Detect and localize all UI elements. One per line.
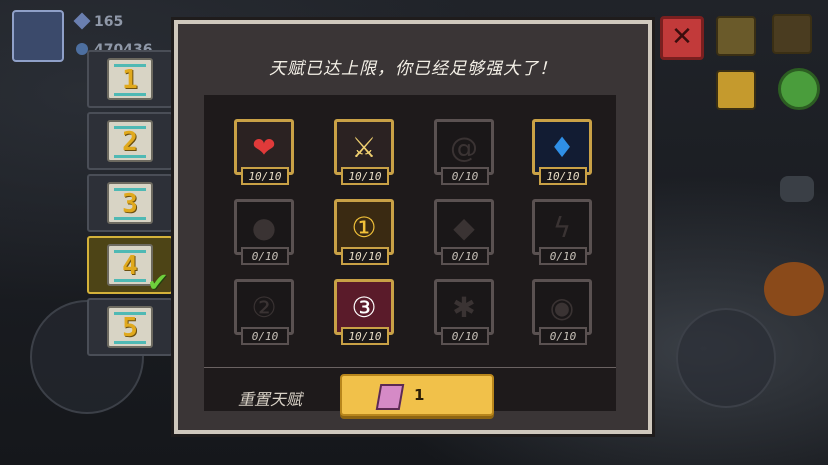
check-icon: ✔ (147, 268, 169, 298)
talent-level: 10/10 (341, 167, 389, 185)
swirl-icon: @ (450, 131, 478, 164)
talent-slot[interactable]: ① 10/10 (334, 199, 398, 271)
message-icon[interactable] (780, 176, 814, 202)
two-icon: ② (251, 291, 277, 324)
tab-4[interactable]: 4 ✔ (87, 236, 173, 298)
scroll-icon: 5 (107, 306, 153, 348)
tab-2[interactable]: 2 (87, 112, 173, 170)
eye-icon: ◉ (549, 291, 575, 324)
talent-grid: ❤ 10/10 ⚔ 10/10 @0/10 ♦ 10/10 ● 0/10 ① 10/10 ◆ 0/10 ϟ… (204, 95, 616, 411)
tab-number: 2 (122, 127, 138, 157)
player-avatar[interactable] (12, 10, 64, 62)
divider (204, 367, 616, 368)
bomb-icon: ● (251, 211, 277, 244)
talent-slot[interactable]: ✱ 0/10 (434, 279, 498, 351)
chat-green-icon[interactable] (778, 68, 820, 110)
settings-icon[interactable] (772, 14, 812, 54)
talent-slot[interactable]: ❤ 10/10 (234, 119, 298, 191)
talent-level: 0/10 (441, 167, 489, 185)
pink-gem-icon (375, 384, 405, 410)
tab-5[interactable]: 5 (87, 298, 173, 356)
close-icon[interactable]: ✕ (660, 16, 704, 60)
action-joystick[interactable] (676, 308, 776, 408)
talent-slot[interactable]: ② 0/10 (234, 279, 298, 351)
tab-3[interactable]: 3 (87, 174, 173, 232)
gem-count: 165 (94, 14, 124, 30)
three-orb-icon: ③ (351, 291, 377, 324)
tab-number: 1 (122, 65, 138, 95)
tab-number: 4 (122, 251, 138, 281)
key-one-icon: ① (351, 211, 377, 244)
cat-icon[interactable] (716, 70, 756, 110)
talent-slot[interactable]: ③ 10/10 (334, 279, 398, 351)
talent-slot[interactable]: ◉ 0/10 (532, 279, 596, 351)
reset-talent-label: 重置天赋 (238, 390, 303, 409)
talent-level: 0/10 (441, 327, 489, 345)
pumpkin-icon (764, 262, 824, 316)
talent-slot[interactable]: ◆ 0/10 (434, 199, 498, 271)
talent-level: 10/10 (341, 327, 389, 345)
talent-level: 0/10 (441, 247, 489, 265)
tab-1[interactable]: 1 (87, 50, 173, 108)
scroll-icon: 2 (107, 120, 153, 162)
spider-icon: ✱ (452, 291, 476, 324)
talent-slot[interactable]: ϟ 0/10 (532, 199, 596, 271)
panel-title: 天赋已达上限，你已经足够强大了！ (269, 59, 557, 79)
sword-icon: ⚔ (351, 131, 377, 164)
gem-icon (73, 12, 91, 30)
talent-level: 10/10 (241, 167, 289, 185)
reset-talent-button[interactable]: 1 (340, 374, 494, 416)
talent-level: 0/10 (241, 327, 289, 345)
heart-icon: ❤ (252, 131, 276, 164)
blue-flame-icon: ♦ (549, 131, 575, 164)
talent-level: 0/10 (539, 327, 587, 345)
talent-panel: 天赋已达上限，你已经足够强大了！ ❤ 10/10 ⚔ 10/10 @0/10 ♦ 10/10… (174, 20, 652, 434)
tab-number: 5 (122, 313, 138, 343)
talent-level: 10/10 (341, 247, 389, 265)
talent-level: 0/10 (241, 247, 289, 265)
talent-level: 10/10 (539, 167, 587, 185)
talent-slot[interactable]: ⚔ 10/10 (334, 119, 398, 191)
shield-icon: ◆ (453, 211, 475, 244)
scroll-icon: 3 (107, 182, 153, 224)
reset-cost: 1 (414, 386, 425, 404)
talent-slot[interactable]: ♦ 10/10 (532, 119, 596, 191)
scroll-icon: 1 (107, 58, 153, 100)
lightning-icon: ϟ (552, 211, 572, 244)
talent-level: 0/10 (539, 247, 587, 265)
talent-slot[interactable]: @0/10 (434, 119, 498, 191)
chest-icon[interactable] (716, 16, 756, 56)
gem-counter: 165 (73, 12, 124, 30)
tab-number: 3 (122, 189, 138, 219)
talent-slot[interactable]: ● 0/10 (234, 199, 298, 271)
